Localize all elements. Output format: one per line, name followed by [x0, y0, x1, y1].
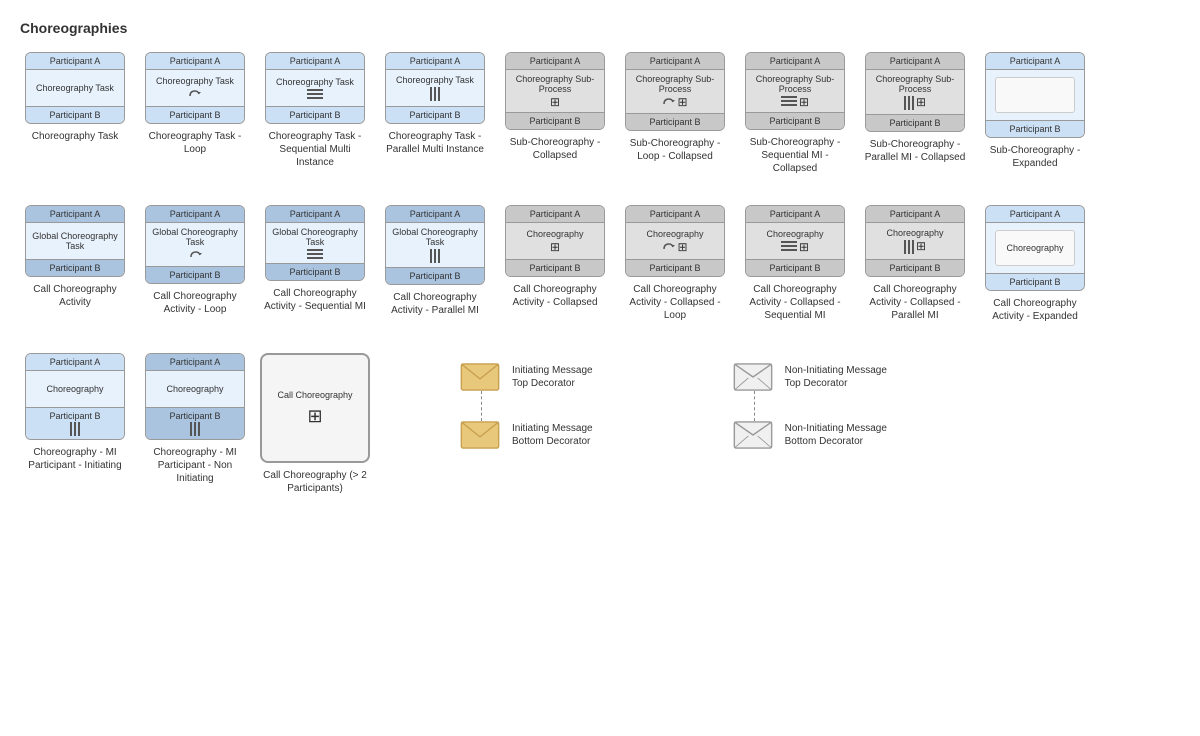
- initiating-message-bottom-decorator: Initiating MessageBottom Decorator: [460, 421, 593, 449]
- item-label-call-choreo-expanded: Call Choreography Activity - Expanded: [980, 297, 1090, 323]
- initiating-top-envelope: [460, 363, 500, 391]
- choreo-item-sub-choreo-par-mi-collapsed: Participant A Choreography Sub-Process⊞ …: [860, 52, 970, 175]
- initiating-message-top-decorator: Initiating MessageTop Decorator: [460, 363, 593, 391]
- choreo-item-choreo-task-seq-mi: Participant A Choreography Task Particip…: [260, 52, 370, 175]
- item-label-call-choreo-2plus: Call Choreography (> 2 Participants): [260, 469, 370, 495]
- item-label-choreo-mi-non-initiating: Choreography - MI Participant - Non Init…: [140, 446, 250, 485]
- item-label-call-choreo-collapsed-par-mi: Call Choreography Activity - Collapsed -…: [860, 283, 970, 322]
- item-label-sub-choreo-loop-collapsed: Sub-Choreography - Loop - Collapsed: [620, 137, 730, 163]
- choreo-item-call-choreo-collapsed-loop: Participant A Choreography⊞ Participant …: [620, 205, 730, 323]
- row2-section: Participant A Global Choreography Task P…: [20, 205, 1180, 323]
- choreo-item-call-choreo-2plus: Call Choreography ⊞ Call Choreography (>…: [260, 353, 370, 495]
- non-initiating-decorator-column: Non-Initiating MessageTop Decorator Non-…: [733, 363, 887, 449]
- choreo-item-sub-choreo-expanded: Participant A Participant B Sub-Choreogr…: [980, 52, 1090, 175]
- row2: Participant A Global Choreography Task P…: [20, 205, 1180, 323]
- initiating-top-label: Initiating MessageTop Decorator: [512, 364, 593, 390]
- item-label-sub-choreo-seq-mi-collapsed: Sub-Choreography - Sequential MI - Colla…: [740, 136, 850, 175]
- choreo-item-sub-choreo-collapsed: Participant A Choreography Sub-Process⊞ …: [500, 52, 610, 175]
- choreo-item-choreo-task: Participant A Choreography Task Particip…: [20, 52, 130, 175]
- choreo-item-call-choreo-seq-mi: Participant A Global Choreography Task P…: [260, 205, 370, 323]
- item-label-choreo-task: Choreography Task: [32, 130, 119, 143]
- item-label-choreo-task-loop: Choreography Task - Loop: [140, 130, 250, 156]
- non-initiating-bot-label: Non-Initiating MessageBottom Decorator: [785, 422, 887, 448]
- initiating-bot-envelope: [460, 421, 500, 449]
- non-initiating-message-bottom-decorator: Non-Initiating MessageBottom Decorator: [733, 421, 887, 449]
- non-initiating-message-top-decorator: Non-Initiating MessageTop Decorator: [733, 363, 887, 391]
- choreo-item-sub-choreo-loop-collapsed: Participant A Choreography Sub-Process⊞ …: [620, 52, 730, 175]
- choreo-item-choreo-mi-initiating: Participant A Choreography Participant B…: [20, 353, 130, 495]
- item-label-call-choreo-par-mi: Call Choreography Activity - Parallel MI: [380, 291, 490, 317]
- choreo-item-call-choreo-loop: Participant A Global Choreography Task P…: [140, 205, 250, 323]
- non-initiating-top-label: Non-Initiating MessageTop Decorator: [785, 364, 887, 390]
- non-initiating-bot-envelope: [733, 421, 773, 449]
- item-label-sub-choreo-par-mi-collapsed: Sub-Choreography - Parallel MI - Collaps…: [860, 138, 970, 164]
- choreo-item-choreo-mi-non-initiating: Participant A Choreography Participant B…: [140, 353, 250, 495]
- item-label-call-choreo-seq-mi: Call Choreography Activity - Sequential …: [260, 287, 370, 313]
- choreo-item-choreo-task-par-mi: Participant A Choreography Task Particip…: [380, 52, 490, 175]
- choreo-item-choreo-task-loop: Participant A Choreography Task Particip…: [140, 52, 250, 175]
- choreo-item-call-choreo-par-mi: Participant A Global Choreography Task P…: [380, 205, 490, 323]
- non-initiating-top-envelope: [733, 363, 773, 391]
- item-label-sub-choreo-expanded: Sub-Choreography - Expanded: [980, 144, 1090, 170]
- item-label-sub-choreo-collapsed: Sub-Choreography - Collapsed: [500, 136, 610, 162]
- page-title: Choreographies: [20, 20, 1180, 36]
- item-label-call-choreo-collapsed-loop: Call Choreography Activity - Collapsed -…: [620, 283, 730, 322]
- row3-section: Participant A Choreography Participant B…: [20, 353, 1180, 495]
- choreo-item-call-choreo-collapsed-par-mi: Participant A Choreography⊞ Participant …: [860, 205, 970, 323]
- item-label-call-choreo-loop: Call Choreography Activity - Loop: [140, 290, 250, 316]
- initiating-decorator-column: Initiating MessageTop Decorator Initiati…: [460, 363, 593, 449]
- row1-section: Participant A Choreography Task Particip…: [20, 52, 1180, 175]
- choreo-item-call-choreo-collapsed-seq-mi: Participant A Choreography⊞ Participant …: [740, 205, 850, 323]
- item-label-call-choreo-collapsed: Call Choreography Activity - Collapsed: [500, 283, 610, 309]
- row3: Participant A Choreography Participant B…: [20, 353, 370, 495]
- row1: Participant A Choreography Task Particip…: [20, 52, 1180, 175]
- item-label-choreo-task-par-mi: Choreography Task - Parallel Multi Insta…: [380, 130, 490, 156]
- item-label-choreo-mi-initiating: Choreography - MI Participant - Initiati…: [20, 446, 130, 472]
- choreo-item-sub-choreo-seq-mi-collapsed: Participant A Choreography Sub-Process⊞ …: [740, 52, 850, 175]
- choreo-item-call-choreo-activity: Participant A Global Choreography Task P…: [20, 205, 130, 323]
- choreo-item-call-choreo-expanded: Participant A Choreography Participant B…: [980, 205, 1090, 323]
- item-label-choreo-task-seq-mi: Choreography Task - Sequential Multi Ins…: [260, 130, 370, 169]
- item-label-call-choreo-activity: Call Choreography Activity: [20, 283, 130, 309]
- choreo-item-call-choreo-collapsed: Participant A Choreography⊞ Participant …: [500, 205, 610, 323]
- item-label-call-choreo-collapsed-seq-mi: Call Choreography Activity - Collapsed -…: [740, 283, 850, 322]
- decorators-section: Initiating MessageTop Decorator Initiati…: [460, 363, 887, 449]
- initiating-bot-label: Initiating MessageBottom Decorator: [512, 422, 593, 448]
